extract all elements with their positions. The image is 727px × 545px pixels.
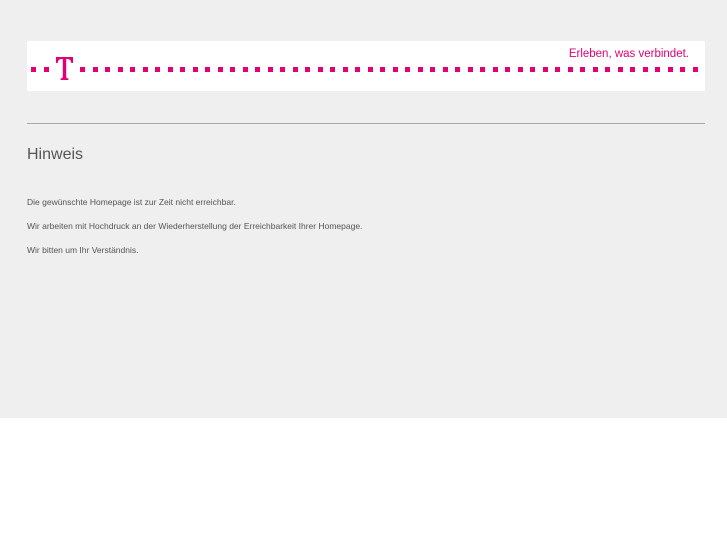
brand-dot — [580, 67, 585, 72]
brand-dot — [280, 67, 285, 72]
brand-dot — [617, 67, 623, 72]
brand-dot — [430, 67, 435, 72]
brand-dot — [692, 67, 698, 72]
error-page: Erleben, was verbindet. Hinweis Die gewü… — [0, 0, 727, 418]
brand-dot — [667, 67, 673, 72]
section-divider — [27, 123, 705, 124]
brand-dot — [655, 67, 660, 72]
brand-dot — [492, 67, 498, 72]
brand-dot — [230, 67, 235, 72]
brand-dot — [317, 67, 323, 72]
brand-dot — [242, 67, 248, 72]
brand-dot — [405, 67, 410, 72]
brand-dot — [31, 67, 36, 72]
message-restoration: Wir arbeiten mit Hochdruck an der Wieder… — [27, 221, 363, 231]
brand-dot — [305, 67, 310, 72]
brand-dot — [155, 67, 160, 72]
brand-dot — [367, 67, 373, 72]
brand-dot — [567, 67, 573, 72]
brand-dot — [142, 67, 148, 72]
brand-dot — [43, 67, 49, 72]
brand-dot — [355, 67, 360, 72]
brand-dot — [542, 67, 548, 72]
brand-dot — [80, 67, 85, 72]
brand-dot — [167, 67, 173, 72]
telekom-t-icon — [56, 57, 73, 80]
brand-dot — [592, 67, 598, 72]
brand-dot — [680, 67, 685, 72]
brand-dot — [392, 67, 398, 72]
brand-dot — [517, 67, 523, 72]
brand-dot — [192, 67, 198, 72]
brand-dot — [255, 67, 260, 72]
brand-dot — [267, 67, 273, 72]
brand-dot — [330, 67, 335, 72]
brand-dot — [455, 67, 460, 72]
brand-slogan: Erleben, was verbindet. — [568, 48, 689, 60]
header-banner: Erleben, was verbindet. — [27, 41, 705, 91]
brand-dot — [505, 67, 510, 72]
brand-dot — [92, 67, 98, 72]
brand-dot — [442, 67, 448, 72]
brand-dot — [605, 67, 610, 72]
brand-dot — [417, 67, 423, 72]
brand-dot — [530, 67, 535, 72]
brand-dot — [380, 67, 385, 72]
brand-dot — [205, 67, 210, 72]
message-unavailable: Die gewünschte Homepage ist zur Zeit nic… — [27, 197, 236, 207]
brand-dot — [217, 67, 223, 72]
brand-dot — [130, 67, 135, 72]
brand-dot — [342, 67, 348, 72]
brand-dot — [292, 67, 298, 72]
brand-dot — [630, 67, 635, 72]
page-title: Hinweis — [27, 146, 84, 163]
brand-dot — [180, 67, 185, 72]
message-apology: Wir bitten um Ihr Verständnis. — [27, 245, 139, 255]
brand-dot — [555, 67, 560, 72]
brand-dot — [480, 67, 485, 72]
brand-dot — [642, 67, 648, 72]
brand-dot — [117, 67, 123, 72]
brand-dot — [105, 67, 110, 72]
brand-dot — [467, 67, 473, 72]
